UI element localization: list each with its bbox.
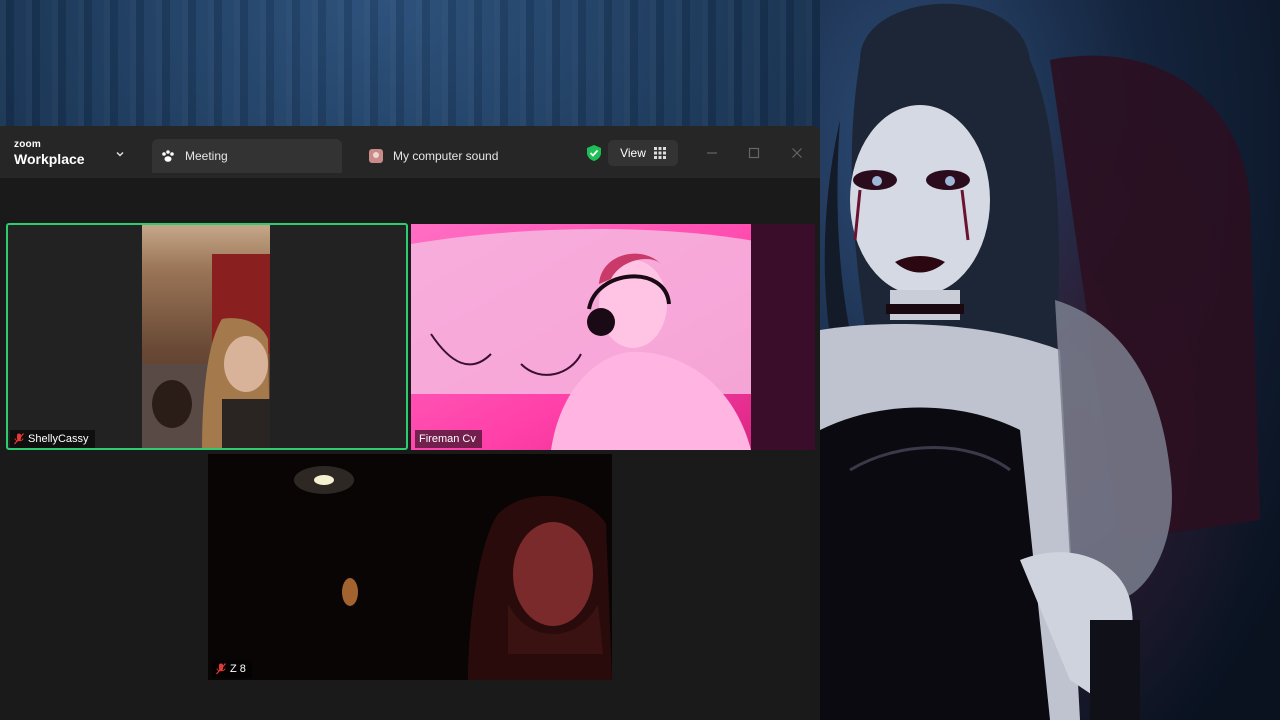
minimize-icon[interactable] [704,145,720,161]
paw-icon [162,150,174,162]
participant-name-tag: ShellyCassy [10,430,95,448]
video-tile-z8[interactable]: Z 8 [208,454,612,680]
close-icon[interactable] [789,145,805,161]
tab-computer-sound[interactable]: My computer sound [360,139,560,173]
participant-name-tag: Fireman Cv [415,430,482,448]
video-feed [208,454,612,680]
tab-meeting[interactable]: Meeting [152,139,342,173]
view-button[interactable]: View [608,140,678,166]
mic-muted-icon [14,433,24,445]
grid-icon [653,147,666,159]
brand-workplace-text: Workplace [14,151,85,167]
video-feed [411,224,815,450]
video-tile-shellycassy[interactable]: ShellyCassy [6,224,408,450]
avatar-icon [369,149,383,163]
participant-name: Z 8 [230,663,246,675]
brand-zoom-text: zoom [14,139,41,150]
security-shield-icon[interactable] [585,144,603,162]
title-bar: zoom Workplace Meeting My computer sound [0,126,820,178]
gothic-figure-illustration [820,3,1260,720]
tab-computer-sound-label: My computer sound [393,149,499,163]
video-feed [142,224,270,450]
participant-name-tag: Z 8 [212,660,252,678]
tab-meeting-label: Meeting [185,149,228,163]
maximize-icon[interactable] [746,145,762,161]
participant-name: ShellyCassy [28,433,89,445]
zoom-logo: zoom Workplace [14,139,85,167]
chevron-down-icon[interactable] [114,148,126,160]
video-tile-fireman-cv[interactable]: Fireman Cv [411,224,815,450]
mic-muted-icon [216,663,226,675]
participant-name: Fireman Cv [419,433,476,445]
wallpaper-art [820,0,1280,720]
view-button-label: View [620,146,646,160]
